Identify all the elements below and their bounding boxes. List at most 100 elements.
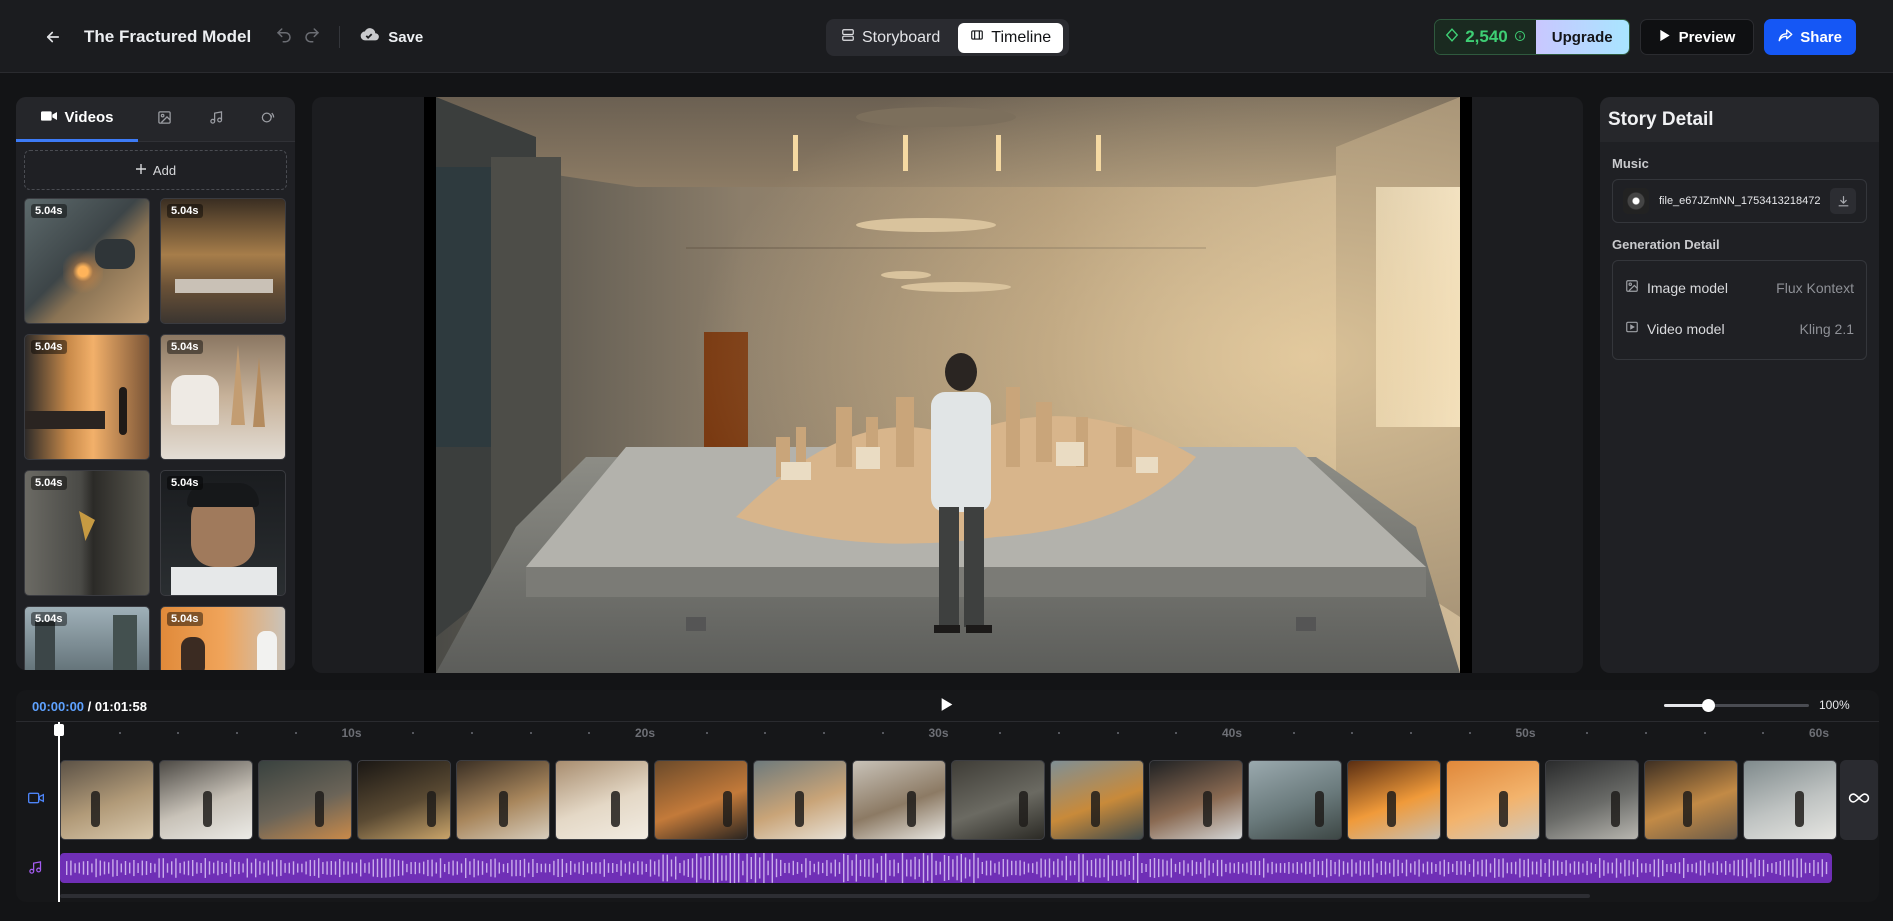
waveform-bar <box>1569 863 1571 873</box>
redo-icon[interactable] <box>303 26 321 49</box>
waveform-bar <box>124 861 127 875</box>
timeline-clip[interactable] <box>1446 760 1540 840</box>
waveform-bar <box>1254 860 1256 876</box>
audio-track-icon <box>28 860 43 880</box>
waveform-bar <box>1594 864 1597 872</box>
waveform-bar <box>700 857 702 879</box>
tab-music[interactable] <box>190 97 242 142</box>
add-media-button[interactable]: Add <box>24 150 287 190</box>
waveform-bar <box>1645 863 1647 873</box>
timeline-clip[interactable] <box>654 760 748 840</box>
waveform-bar <box>969 859 971 877</box>
timeline-clip[interactable] <box>1545 760 1639 840</box>
waveform-bar <box>813 863 815 873</box>
waveform-bar <box>276 859 278 877</box>
timeline-clip[interactable] <box>1644 760 1738 840</box>
upgrade-button[interactable]: Upgrade <box>1535 20 1629 54</box>
waveform-bar <box>192 860 194 877</box>
waveform-bar <box>1372 858 1374 878</box>
play-button[interactable] <box>940 697 954 717</box>
waveform-bar <box>1599 858 1601 878</box>
timeline-clip[interactable] <box>1050 760 1144 840</box>
waveform-bar <box>238 861 240 875</box>
waveform-bar <box>1737 859 1739 877</box>
preview-button[interactable]: Preview <box>1639 19 1755 55</box>
waveform-bar <box>1061 860 1063 876</box>
waveform-bar <box>1809 862 1811 873</box>
timeline-clip[interactable] <box>852 760 946 840</box>
tab-videos-label: Videos <box>64 109 114 126</box>
clip-figure <box>1091 791 1100 827</box>
credits-balance[interactable]: 2,540 <box>1435 20 1536 54</box>
download-icon[interactable] <box>1830 188 1856 214</box>
waveform-bar <box>1519 858 1521 878</box>
waveform-bar <box>922 853 925 883</box>
media-clip[interactable]: 5.04s <box>160 470 286 596</box>
waveform-bar <box>1166 860 1168 876</box>
project-title[interactable]: The Fractured Model <box>84 27 251 47</box>
tab-storyboard[interactable]: Storyboard <box>829 23 952 53</box>
tab-voice[interactable] <box>242 97 294 142</box>
video-model-key: Video model <box>1647 320 1725 337</box>
timeline-clip[interactable] <box>1743 760 1837 840</box>
waveform-bar <box>1216 859 1219 877</box>
waveform-bar <box>318 858 320 878</box>
ruler-tick <box>1351 732 1354 734</box>
clip-duration: 5.04s <box>167 204 203 218</box>
waveform-bar <box>645 863 647 872</box>
media-clip[interactable]: 5.04s <box>160 334 286 460</box>
waveform-bar <box>1813 860 1815 877</box>
timeline-clip[interactable] <box>456 760 550 840</box>
tab-videos[interactable]: Videos <box>16 97 138 142</box>
waveform-bar <box>696 853 698 883</box>
timeline-clip[interactable] <box>1347 760 1441 840</box>
tab-images[interactable] <box>138 97 190 142</box>
waveform-bar <box>914 856 916 880</box>
transition-button[interactable] <box>1840 760 1878 840</box>
waveform-bar <box>166 863 169 873</box>
undo-icon[interactable] <box>275 26 293 49</box>
timeline-scrollbar[interactable] <box>60 894 1590 898</box>
music-file-row[interactable]: file_e67JZmNN_1753413218472 <box>1612 179 1867 223</box>
waveform-bar <box>1090 860 1093 877</box>
waveform-bar <box>977 857 979 879</box>
media-clip[interactable]: 5.04s <box>24 606 150 670</box>
timeline-clip[interactable] <box>1149 760 1243 840</box>
timeline-clip[interactable] <box>951 760 1045 840</box>
waveform-bar <box>368 862 370 874</box>
waveform-bar <box>292 861 295 875</box>
media-clip[interactable]: 5.04s <box>24 198 150 324</box>
waveform-bar <box>242 863 244 873</box>
waveform-bar <box>868 859 870 877</box>
audio-track-clip[interactable] <box>60 853 1832 883</box>
timeline-clip[interactable] <box>1248 760 1342 840</box>
clip-figure <box>91 791 100 827</box>
timeline-clip[interactable] <box>555 760 649 840</box>
zoom-slider[interactable] <box>1664 698 1809 712</box>
waveform-bar <box>1716 861 1718 875</box>
timeline-clip[interactable] <box>60 760 154 840</box>
media-clip[interactable]: 5.04s <box>24 334 150 460</box>
video-frame[interactable] <box>424 97 1472 673</box>
playhead-handle[interactable] <box>54 724 64 736</box>
zoom-slider-handle[interactable] <box>1701 698 1715 712</box>
tab-timeline[interactable]: Timeline <box>958 22 1064 53</box>
timeline-clip[interactable] <box>753 760 847 840</box>
ruler-tick <box>177 732 180 734</box>
waveform-bar <box>414 861 416 875</box>
timeline-clip[interactable] <box>357 760 451 840</box>
timeline-clip[interactable] <box>159 760 253 840</box>
waveform-bar <box>1330 860 1332 877</box>
media-clip[interactable]: 5.04s <box>24 470 150 596</box>
waveform-bar <box>271 861 274 875</box>
waveform-bar <box>1687 863 1689 873</box>
video-track-icon <box>27 791 44 809</box>
media-clip[interactable]: 5.04s <box>160 606 286 670</box>
timeline-clip[interactable] <box>258 760 352 840</box>
media-clip[interactable]: 5.04s <box>160 198 286 324</box>
waveform-bar <box>691 858 694 878</box>
back-arrow-icon[interactable] <box>40 24 66 50</box>
save-button[interactable]: Save <box>358 26 423 48</box>
time-ruler[interactable]: 10s 20s 30s 40s 50s 60s <box>60 722 1850 746</box>
share-button[interactable]: Share <box>1764 19 1856 55</box>
